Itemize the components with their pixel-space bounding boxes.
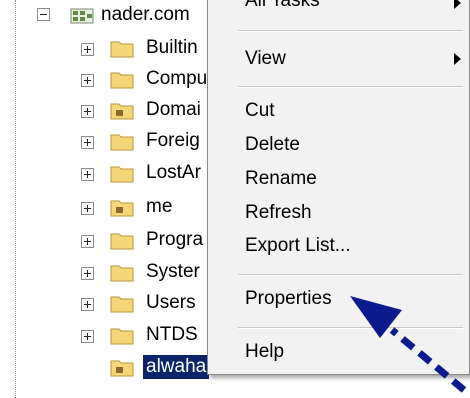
folder-icon — [110, 326, 134, 345]
tree-item[interactable]: Compu — [0, 64, 220, 94]
tree-item[interactable]: LostAr — [0, 158, 220, 188]
collapse-icon[interactable] — [37, 8, 50, 21]
tree-item-label: me — [146, 196, 173, 217]
menu-item-all-tasks[interactable]: All Tasks — [245, 0, 320, 13]
ou-folder-icon — [110, 358, 134, 377]
domain-icon — [70, 6, 94, 25]
menu-separator — [238, 86, 463, 88]
ou-folder-icon — [110, 101, 134, 120]
menu-item-export-list[interactable]: Export List... — [245, 234, 351, 258]
tree-item[interactable]: Builtin — [0, 33, 220, 63]
expand-icon[interactable] — [81, 136, 94, 149]
context-menu: All Tasks View Cut Delete Rename Refresh… — [207, 0, 470, 375]
folder-icon — [110, 231, 134, 250]
tree-item[interactable]: Progra — [0, 225, 220, 255]
expand-icon[interactable] — [81, 235, 94, 248]
tree-root-row[interactable]: nader.com — [0, 2, 220, 32]
folder-icon — [110, 164, 134, 183]
tree-root-label: nader.com — [101, 4, 190, 25]
tree-item-label: LostAr — [146, 162, 201, 183]
submenu-arrow-icon — [454, 53, 461, 65]
menu-item-properties[interactable]: Properties — [245, 287, 332, 311]
tree-item-label: NTDS — [146, 324, 198, 345]
menu-separator — [238, 274, 463, 276]
tree-item-selected[interactable]: alwaha — [0, 352, 220, 382]
folder-icon — [110, 39, 134, 58]
expand-icon[interactable] — [81, 43, 94, 56]
expand-icon[interactable] — [81, 267, 94, 280]
ou-folder-icon — [110, 198, 134, 217]
tree-item[interactable]: Foreig — [0, 126, 220, 156]
menu-item-help[interactable]: Help — [245, 340, 284, 364]
tree-item-label: Syster — [146, 261, 200, 282]
tree-item-label: Builtin — [146, 37, 198, 58]
tree-item[interactable]: Domai — [0, 95, 220, 125]
expand-icon[interactable] — [81, 74, 94, 87]
expand-icon[interactable] — [81, 202, 94, 215]
tree-item[interactable]: NTDS — [0, 320, 220, 350]
menu-item-rename[interactable]: Rename — [245, 167, 317, 191]
tree-item[interactable]: Syster — [0, 257, 220, 287]
expand-icon[interactable] — [81, 105, 94, 118]
tree-item-label: Users — [146, 292, 196, 313]
menu-item-refresh[interactable]: Refresh — [245, 201, 312, 225]
folder-icon — [110, 263, 134, 282]
folder-icon — [110, 294, 134, 313]
tree-item[interactable]: Users — [0, 288, 220, 318]
menu-separator — [238, 30, 463, 32]
menu-separator — [238, 327, 463, 329]
tree-item-label: Foreig — [146, 130, 200, 151]
tree-item-label: alwaha — [143, 355, 210, 379]
tree-item-label: Compu — [146, 68, 208, 89]
folder-icon — [110, 70, 134, 89]
menu-item-view[interactable]: View — [245, 47, 286, 71]
tree-item[interactable]: me — [0, 192, 220, 222]
expand-icon[interactable] — [81, 330, 94, 343]
tree-item-label: Progra — [146, 229, 204, 250]
submenu-arrow-icon — [454, 0, 461, 9]
tree-item-label: Domai — [146, 99, 201, 120]
menu-item-delete[interactable]: Delete — [245, 133, 300, 157]
folder-icon — [110, 132, 134, 151]
menu-item-cut[interactable]: Cut — [245, 99, 275, 123]
expand-icon[interactable] — [81, 168, 94, 181]
expand-icon[interactable] — [81, 298, 94, 311]
